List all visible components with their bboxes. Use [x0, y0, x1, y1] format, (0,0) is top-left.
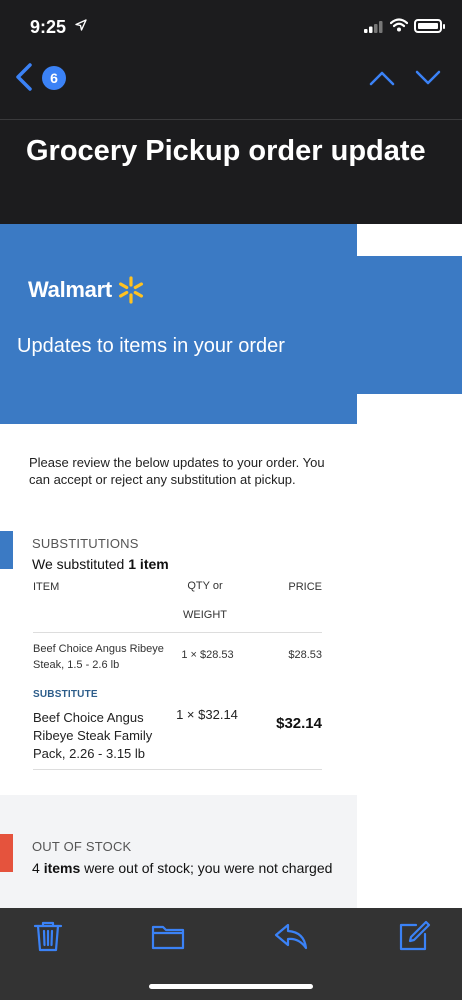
intro-text: Please review the below updates to your …	[29, 455, 325, 487]
battery-icon	[414, 19, 445, 33]
email-body: Walmart Updates to items in your order P…	[0, 224, 462, 908]
original-item-name: Beef Choice Angus Ribeye Steak, 1.5 - 2.…	[33, 643, 164, 671]
home-indicator[interactable]	[149, 984, 313, 989]
substitute-item-price: $32.14	[276, 715, 322, 732]
chevron-up-icon[interactable]	[368, 68, 396, 88]
walmart-wordmark: Walmart	[28, 277, 112, 302]
chevron-down-icon[interactable]	[414, 68, 442, 88]
column-header-item: ITEM	[33, 581, 60, 593]
substitutions-summary: We substituted 1 item	[32, 556, 169, 572]
folder-icon[interactable]	[150, 918, 186, 954]
walmart-spark-icon	[118, 276, 143, 304]
mail-nav-bar: 6	[0, 52, 462, 120]
wifi-icon	[390, 18, 408, 32]
status-bar: 9:25	[0, 0, 462, 52]
substitutions-section-label: SUBSTITUTIONS	[32, 536, 139, 551]
substitutions-accent-bar	[0, 531, 13, 569]
original-item-price: $28.53	[288, 649, 322, 661]
table-divider	[33, 632, 322, 633]
substitute-item-qty: 1 × $32.14	[176, 707, 238, 722]
banner-headline: Updates to items in your order	[17, 335, 285, 357]
banner-extension	[357, 256, 462, 394]
unread-count-badge[interactable]: 6	[42, 66, 66, 90]
email-header: Grocery Pickup order update	[0, 121, 462, 224]
out-of-stock-accent-bar	[0, 834, 13, 872]
location-arrow-icon	[75, 19, 87, 31]
compose-icon[interactable]	[396, 918, 432, 954]
column-header-qty: QTY or WEIGHT	[183, 580, 227, 621]
substitute-label: SUBSTITUTE	[33, 689, 98, 700]
table-divider	[33, 769, 322, 770]
out-of-stock-summary: 4 items were out of stock; you were not …	[32, 860, 333, 876]
cellular-signal-icon	[364, 21, 383, 33]
walmart-logo: Walmart	[28, 275, 146, 305]
original-item-qty: 1 × $28.53	[181, 649, 234, 661]
email-subject: Grocery Pickup order update	[26, 135, 426, 167]
substitute-item-name: Beef Choice Angus Ribeye Steak Family Pa…	[33, 710, 153, 761]
column-header-price: PRICE	[288, 581, 322, 593]
out-of-stock-section-label: OUT OF STOCK	[32, 839, 132, 854]
trash-icon[interactable]	[30, 918, 66, 954]
reply-icon[interactable]	[273, 918, 309, 954]
email-banner: Walmart Updates to items in your order	[0, 224, 357, 424]
status-time: 9:25	[30, 17, 67, 37]
back-chevron-icon[interactable]	[12, 62, 38, 92]
